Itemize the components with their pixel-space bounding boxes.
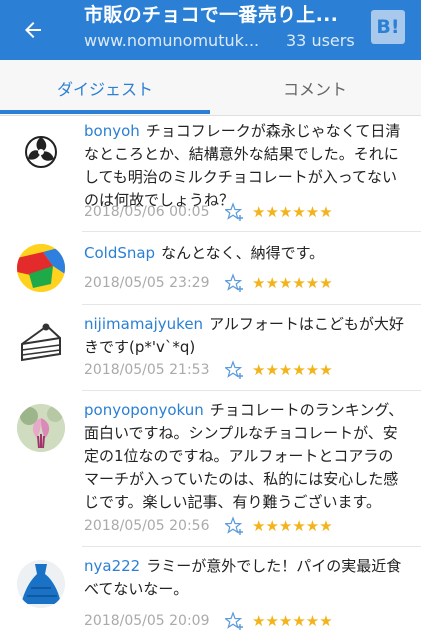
back-button[interactable] [16,13,50,47]
star-rating: ★★★★★★ [252,274,333,292]
add-star-icon[interactable] [225,273,245,293]
star-rating: ★★★★★★ [252,361,333,379]
comment-body: nya222 ラミーが意外でした！パイの実最近食べてないなー。 [84,555,407,601]
comment-meta: 2018/05/05 20:56 ★★★★★★ [84,515,333,537]
hatena-bookmark-icon: B! [376,16,400,38]
app-bar: 市販のチョコで一番売り上... www.nomunomutuk... 33 us… [0,0,421,60]
comment-username[interactable]: nya222 [84,557,140,575]
comment-timestamp: 2018/05/05 23:29 [84,275,210,291]
comment-body: bonyoh チョコフレークが森永じゃなくて日清なところとか、結構意外な結果でした… [84,120,407,212]
add-star-icon[interactable] [225,516,245,536]
comment-meta: 2018/05/05 20:09 ★★★★★★ [84,610,333,632]
page-title: 市販のチョコで一番売り上... [84,4,339,26]
avatar[interactable] [17,244,65,292]
colorful-avatar-icon [17,244,65,292]
comment-timestamp: 2018/05/05 20:56 [84,518,210,534]
blue-dress-avatar-icon [17,560,65,608]
star-rating: ★★★★★★ [252,203,333,221]
comment-item[interactable]: bonyoh チョコフレークが森永じゃなくて日清なところとか、結構意外な結果でした… [0,116,421,232]
active-tab-indicator [0,110,210,114]
star-rating: ★★★★★★ [252,517,333,535]
comment-timestamp: 2018/05/06 00:05 [84,204,210,220]
comment-text: なんとなく、納得です。 [161,244,325,262]
tab-bar: ダイジェスト コメント [0,60,421,116]
avatar[interactable] [17,560,65,608]
comment-item[interactable]: nya222 ラミーが意外でした！パイの実最近食べてないなー。 2018/05/0… [0,547,421,640]
avatar[interactable] [17,318,65,366]
triskelion-avatar-icon [25,136,57,168]
add-star-icon[interactable] [225,360,245,380]
hatena-bookmark-button[interactable]: B! [371,10,405,44]
flower-avatar-icon [17,404,65,452]
comment-timestamp: 2018/05/05 21:53 [84,362,210,378]
comment-meta: 2018/05/05 21:53 ★★★★★★ [84,359,333,381]
tab-comment-label: コメント [282,80,347,99]
add-star-icon[interactable] [225,611,245,631]
comment-body: nijimamajyuken アルフォートはこどもが大好きです(p*'v`*q) [84,313,407,359]
comment-meta: 2018/05/06 00:05 ★★★★★★ [84,201,333,223]
tab-comment[interactable]: コメント [210,60,420,116]
comment-username[interactable]: bonyoh [84,122,140,140]
comment-username[interactable]: nijimamajyuken [84,315,203,333]
comment-item[interactable]: ColdSnap なんとなく、納得です。 2018/05/05 23:29 ★★★… [0,232,421,305]
comment-item[interactable]: ponyoponyokun チョコレートのランキング、面白いですね。シンプルなチョ… [0,391,421,547]
avatar[interactable] [17,404,65,452]
arrow-left-icon [25,22,41,38]
tab-digest[interactable]: ダイジェスト [0,60,210,116]
comment-body: ColdSnap なんとなく、納得です。 [84,242,407,265]
star-rating: ★★★★★★ [252,612,333,630]
comment-item[interactable]: nijimamajyuken アルフォートはこどもが大好きです(p*'v`*q) … [0,305,421,391]
avatar[interactable] [17,128,65,176]
bookmark-user-count[interactable]: 33 users [286,31,355,51]
add-star-icon[interactable] [225,202,245,222]
comment-username[interactable]: ponyoponyokun [84,401,204,419]
comment-meta: 2018/05/05 23:29 ★★★★★★ [84,272,333,294]
tab-digest-label: ダイジェスト [56,80,153,99]
comment-username[interactable]: ColdSnap [84,244,155,262]
cake-avatar-icon [21,323,61,362]
comment-timestamp: 2018/05/05 20:09 [84,613,210,629]
comment-body: ponyoponyokun チョコレートのランキング、面白いですね。シンプルなチョ… [84,399,407,514]
page-url[interactable]: www.nomunomutuk... [84,31,272,51]
